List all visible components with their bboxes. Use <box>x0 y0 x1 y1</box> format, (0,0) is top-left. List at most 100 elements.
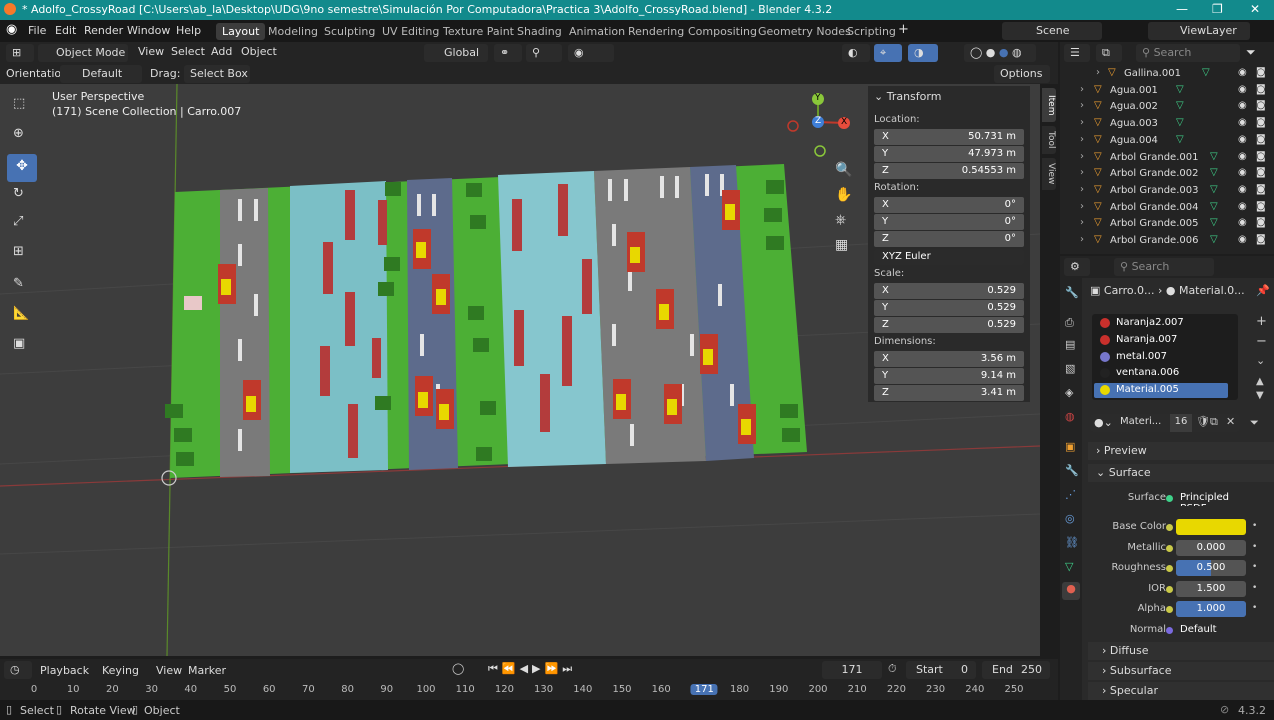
outliner-item[interactable]: › ▽ Arbol Grande.005 ▽ ◉ ◙ <box>1060 216 1274 232</box>
zoom-icon[interactable]: 🔍 <box>835 162 852 178</box>
record-icon[interactable]: ◯ <box>452 662 464 675</box>
timeline-editor-icon[interactable]: ◷ <box>4 661 32 679</box>
outliner-item[interactable]: › ▽ Agua.002 ▽ ◉ ◙ <box>1060 99 1274 115</box>
material-slot[interactable]: Naranja2.007 <box>1094 316 1228 331</box>
minimize-icon[interactable]: — <box>1176 2 1188 16</box>
expand-icon[interactable]: › <box>1080 134 1084 145</box>
camera-visibility-icon[interactable]: ◙ <box>1256 151 1266 162</box>
rotation-z-field[interactable]: Z 0° <box>874 231 1024 247</box>
surface-shader-field[interactable]: Principled BSDF <box>1176 490 1246 506</box>
eye-icon[interactable]: ◉ <box>1238 84 1247 95</box>
move-down-icon[interactable]: ▼ <box>1256 390 1264 401</box>
particles-tab-icon[interactable]: ⋰ <box>1065 488 1076 501</box>
material-slot[interactable]: metal.007 <box>1094 350 1228 365</box>
outliner-item[interactable]: › ▽ Agua.001 ▽ ◉ ◙ <box>1060 83 1274 99</box>
user-count[interactable]: 16 <box>1170 414 1192 432</box>
socket-icon[interactable] <box>1166 495 1173 502</box>
material-slot[interactable]: Material.005 <box>1094 383 1228 399</box>
output-tab-icon[interactable]: ▤ <box>1065 338 1075 351</box>
tab-tool[interactable]: Tool <box>1042 126 1056 154</box>
object-tab-icon[interactable]: ▣ <box>1065 440 1075 453</box>
frame-ruler[interactable]: 0 10 20 30 40 50 60 70 80 90 100 110 120 130 140 150 160… <box>0 681 1058 700</box>
pan-hand-icon[interactable]: ✋ <box>835 187 852 203</box>
render-tab-icon[interactable]: ⎙ <box>1065 316 1074 330</box>
snap-icon[interactable]: ⚲ <box>526 44 562 62</box>
pivot-point-icon[interactable]: ⚭ <box>494 44 522 62</box>
properties-editor-icon[interactable]: ⚙ <box>1064 258 1090 276</box>
location-y-field[interactable]: Y 47.973 m <box>874 146 1024 162</box>
unlink-icon[interactable]: ✕ <box>1226 415 1235 428</box>
transform-header[interactable]: ⌄ Transform <box>874 90 941 103</box>
scene-tab-icon[interactable]: ◈ <box>1065 386 1073 399</box>
metallic-field[interactable]: 0.000 <box>1176 540 1246 556</box>
transform-icon[interactable]: ⊞ <box>13 244 29 260</box>
properties-search-input[interactable]: ⚲ Search <box>1114 258 1214 276</box>
tab-view[interactable]: View <box>1042 158 1056 190</box>
camera-visibility-icon[interactable]: ◙ <box>1256 167 1266 178</box>
expand-icon[interactable]: › <box>1080 201 1084 212</box>
tab-item[interactable]: Item <box>1042 88 1056 122</box>
camera-visibility-icon[interactable]: ◙ <box>1256 234 1266 245</box>
annotate-icon[interactable]: ✎ <box>13 276 29 292</box>
duplicate-icon[interactable]: ⧉ <box>1210 415 1218 429</box>
expand-icon[interactable]: › <box>1080 84 1084 95</box>
slot-menu-icon[interactable]: ⌄ <box>1256 354 1265 367</box>
close-icon[interactable]: ✕ <box>1250 2 1260 16</box>
outliner-search-input[interactable]: ⚲ Search <box>1136 44 1240 62</box>
camera-visibility-icon[interactable]: ◙ <box>1256 100 1266 111</box>
eye-icon[interactable]: ◉ <box>1238 151 1247 162</box>
fake-user-icon[interactable]: 🛡 <box>1196 415 1210 428</box>
camera-visibility-icon[interactable]: ◙ <box>1256 117 1266 128</box>
scale-y-field[interactable]: Y 0.529 <box>874 300 1024 316</box>
socket-icon[interactable] <box>1166 586 1173 593</box>
orientation-selector[interactable]: Default <box>60 65 142 83</box>
rotate-icon[interactable]: ↻ <box>13 186 29 202</box>
drag-selector[interactable]: Select Box <box>184 65 250 83</box>
eye-icon[interactable]: ◉ <box>1238 234 1247 245</box>
eye-icon[interactable]: ◉ <box>1238 167 1247 178</box>
outliner-item[interactable]: › ▽ Agua.004 ▽ ◉ ◙ <box>1060 133 1274 149</box>
tab-rendering[interactable]: Rendering <box>622 23 690 40</box>
menu-select[interactable]: Select <box>171 45 205 58</box>
menu-render[interactable]: Render <box>84 24 123 37</box>
end-frame-field[interactable]: End 250 <box>982 661 1050 679</box>
add-workspace-icon[interactable]: + <box>898 22 909 37</box>
camera-visibility-icon[interactable]: ◙ <box>1256 217 1266 228</box>
socket-icon[interactable] <box>1166 606 1173 613</box>
mode-selector[interactable]: Object Mode <box>38 44 128 62</box>
tab-modeling[interactable]: Modeling <box>262 23 324 40</box>
view-layer-selector[interactable]: ViewLayer <box>1148 22 1250 40</box>
roughness-field[interactable]: 0.500 <box>1176 560 1246 576</box>
current-frame-field[interactable]: 171 <box>822 661 882 679</box>
specular-panel-header[interactable]: › Specular <box>1088 682 1274 700</box>
outliner-item[interactable]: › ▽ Gallina.001 ▽ ◉ ◙ <box>1060 66 1274 82</box>
keyframe-icon[interactable]: • <box>1252 542 1257 552</box>
dimensions-x-field[interactable]: X 3.56 m <box>874 351 1024 367</box>
normal-field[interactable]: Default <box>1176 622 1246 638</box>
tab-uv-editing[interactable]: UV Editing <box>376 23 445 40</box>
surface-panel-header[interactable]: ⌄ Surface <box>1088 464 1274 482</box>
socket-icon[interactable] <box>1166 627 1173 634</box>
data-tab-icon[interactable]: ▽ <box>1065 560 1073 573</box>
tab-layout[interactable]: Layout <box>216 23 266 40</box>
material-slot[interactable]: ventana.006 <box>1094 366 1228 381</box>
outliner-editor-icon[interactable]: ☰ <box>1064 44 1090 62</box>
cursor-icon[interactable]: ⊕ <box>13 126 29 142</box>
visibility-icon[interactable]: ◐ <box>842 44 870 62</box>
expand-icon[interactable]: › <box>1080 100 1084 111</box>
outliner-item[interactable]: › ▽ Arbol Grande.003 ▽ ◉ ◙ <box>1060 183 1274 199</box>
scale-x-field[interactable]: X 0.529 <box>874 283 1024 299</box>
expand-icon[interactable]: › <box>1080 217 1084 228</box>
physics-tab-icon[interactable]: ◎ <box>1065 512 1075 525</box>
camera-visibility-icon[interactable]: ◙ <box>1256 67 1266 78</box>
eye-icon[interactable]: ◉ <box>1238 184 1247 195</box>
select-box-icon[interactable]: ⬚ <box>13 96 29 112</box>
scale-icon[interactable]: ⤢ <box>13 214 29 230</box>
menu-help[interactable]: Help <box>176 24 201 37</box>
alpha-field[interactable]: 1.000 <box>1176 601 1246 617</box>
playhead[interactable]: 171 <box>690 684 718 695</box>
ior-field[interactable]: 1.500 <box>1176 581 1246 597</box>
filter-icon[interactable]: ⏷ <box>1250 416 1259 430</box>
camera-visibility-icon[interactable]: ◙ <box>1256 84 1266 95</box>
menu-timeline-view[interactable]: View <box>156 664 182 677</box>
